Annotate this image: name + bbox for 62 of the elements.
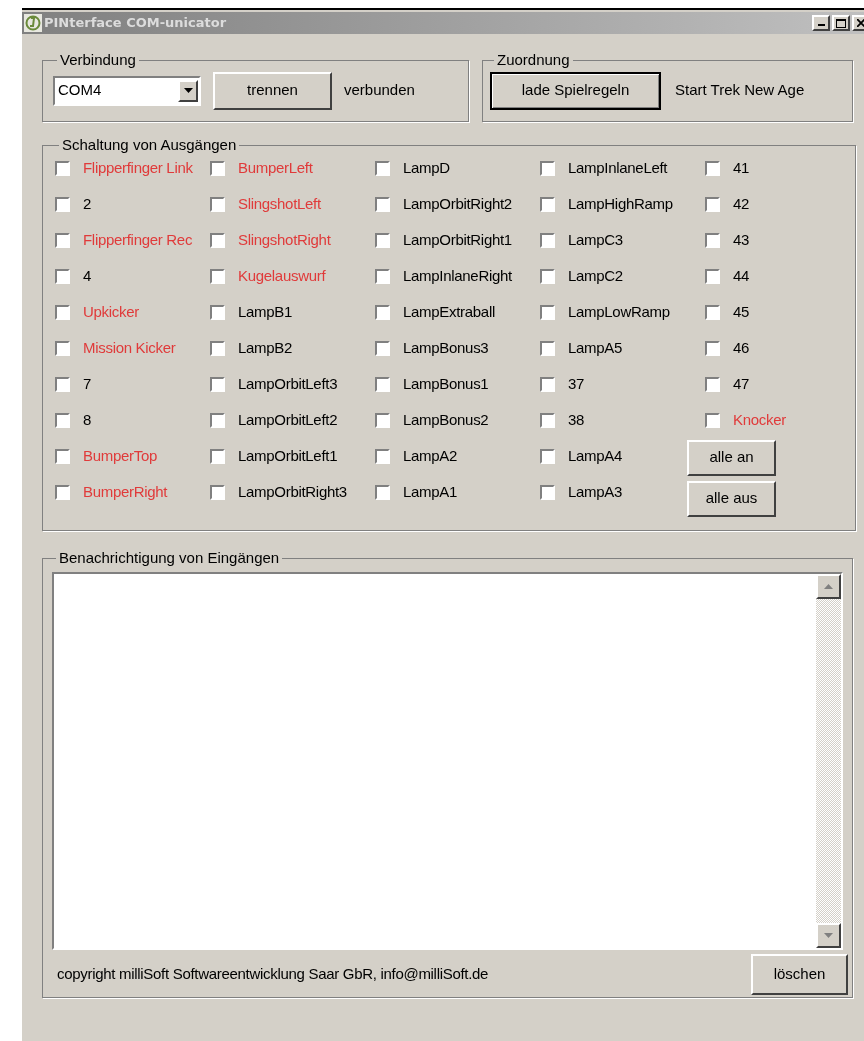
checkbox-label: 43 [733, 230, 750, 251]
port-dropdown[interactable]: COM4 [53, 75, 201, 106]
checkbox-label: SlingshotRight [238, 230, 331, 251]
checkbox-label: Kugelauswurf [238, 266, 326, 287]
clear-button[interactable]: löschen [751, 953, 848, 995]
game-name: Start Trek New Age [675, 80, 805, 101]
checkbox-label: LampBonus1 [403, 374, 489, 395]
copyright-text: copyright milliSoft Softwareentwicklung Saar GbR, info@milliSoft.de [57, 963, 489, 984]
checkbox-label: Upkicker [83, 302, 139, 323]
group-legend: Benachrichtigung von Eingängen [56, 547, 283, 570]
checkbox-label: SlingshotLeft [238, 194, 321, 215]
checkbox-label: LampB2 [238, 338, 293, 359]
checkbox-label: LampOrbitRight3 [238, 482, 347, 503]
checkbox-label: LampA5 [568, 338, 623, 359]
checkbox-label: LampOrbitLeft2 [238, 410, 338, 431]
checkbox-label: LampOrbitRight2 [403, 194, 512, 215]
checkbox-label: LampInlaneLeft [568, 158, 668, 179]
checkbox-label: 42 [733, 194, 750, 215]
group-legend: Verbindung [57, 49, 139, 72]
all-off-button[interactable]: alle aus [687, 480, 776, 517]
disconnect-button[interactable]: trennen [213, 71, 332, 110]
checkbox-label: 37 [568, 374, 585, 395]
checkbox-label: 2 [83, 194, 92, 215]
checkbox-label: LampB1 [238, 302, 293, 323]
group-legend: Zuordnung [494, 49, 573, 72]
checkbox-label: 44 [733, 266, 750, 287]
checkbox-label: BumperLeft [238, 158, 313, 179]
checkbox-label: LampA1 [403, 482, 458, 503]
checkbox-label: Flipperfinger Link [83, 158, 193, 179]
all-on-button[interactable]: alle an [687, 439, 776, 476]
checkbox-label: LampHighRamp [568, 194, 673, 215]
checkbox-label: 46 [733, 338, 750, 359]
checkbox-label: LampOrbitLeft3 [238, 374, 338, 395]
checkbox-label: BumperTop [83, 446, 157, 467]
checkbox-label: LampOrbitLeft1 [238, 446, 338, 467]
checkbox-label: 45 [733, 302, 750, 323]
checkbox-label: BumperRight [83, 482, 168, 503]
window-title: PINterface COM-unicator [44, 14, 227, 33]
checkbox-label: 47 [733, 374, 750, 395]
checkbox-label: LampC2 [568, 266, 623, 287]
checkbox-label: LampA2 [403, 446, 458, 467]
group-legend: Schaltung von Ausgängen [59, 134, 240, 157]
checkbox-label: LampA4 [568, 446, 623, 467]
checkbox-label: LampC3 [568, 230, 623, 251]
checkbox-label: Knocker [733, 410, 786, 431]
checkbox-label: 4 [83, 266, 92, 287]
checkbox-label: Mission Kicker [83, 338, 176, 359]
checkbox-label: LampExtraball [403, 302, 495, 323]
connection-status: verbunden [344, 80, 415, 101]
checkbox-label: LampBonus3 [403, 338, 489, 359]
checkbox-label: 8 [83, 410, 92, 431]
checkbox-label: LampInlaneRight [403, 266, 512, 287]
checkbox-label: LampA3 [568, 482, 623, 503]
checkbox-label: 41 [733, 158, 750, 179]
checkbox-label: 7 [83, 374, 92, 395]
checkbox-label: 38 [568, 410, 585, 431]
checkbox-label: LampOrbitRight1 [403, 230, 512, 251]
checkbox-label: LampD [403, 158, 450, 179]
load-rules-button[interactable]: lade Spielregeln [490, 71, 661, 110]
checkbox-label: LampLowRamp [568, 302, 670, 323]
checkbox-label: LampBonus2 [403, 410, 489, 431]
checkbox-label: Flipperfinger Rec [83, 230, 193, 251]
